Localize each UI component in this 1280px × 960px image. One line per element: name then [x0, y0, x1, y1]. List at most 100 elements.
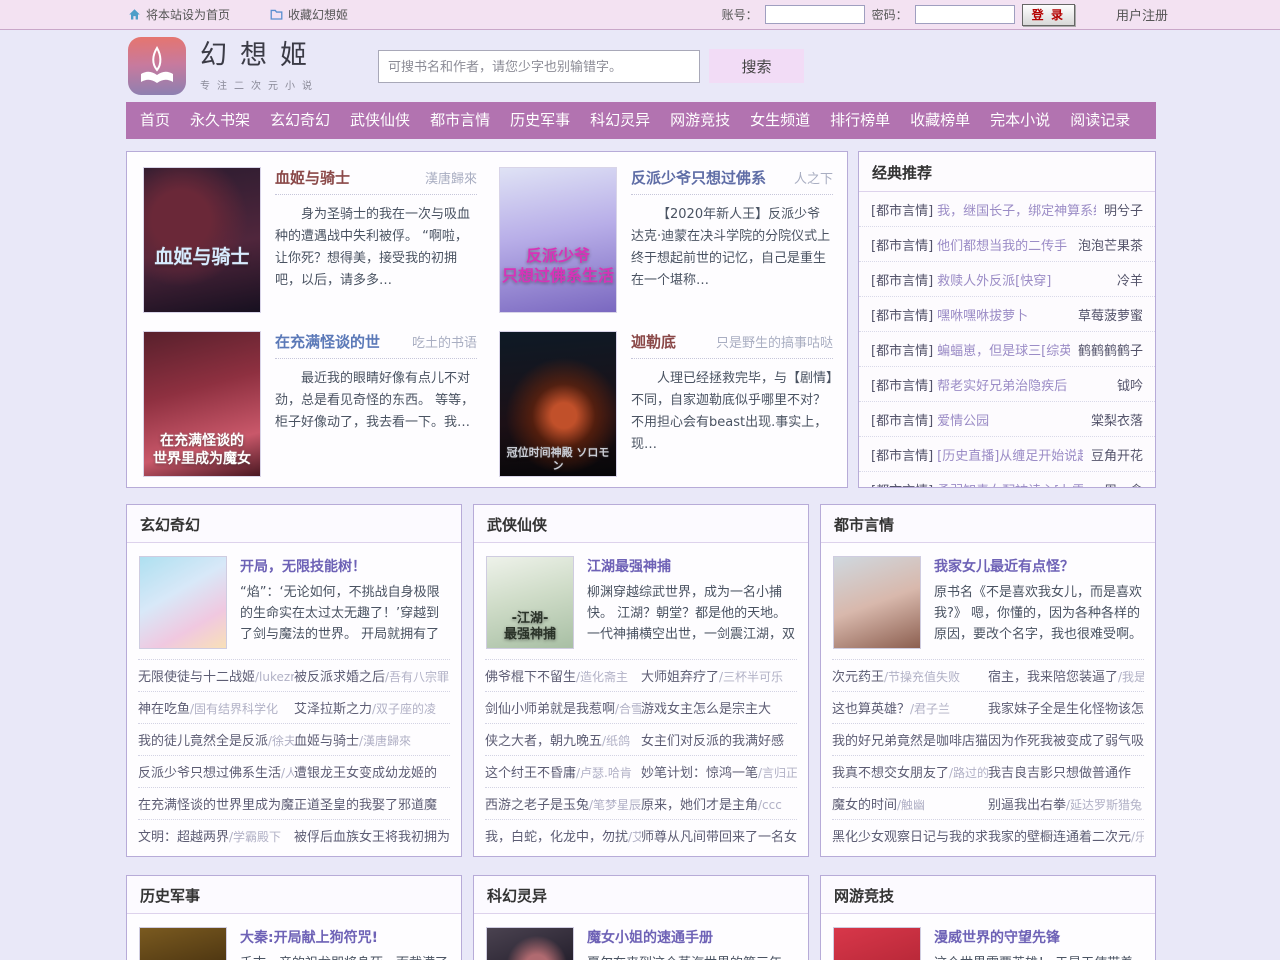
- topbar: 将本站设为首页 收藏幻想姬 账号： 密码： 登 录 用户注册: [0, 0, 1280, 30]
- book-title: 反派少爷只想过佛系生活: [138, 766, 281, 781]
- book-title-link[interactable]: 在充满怪谈的世: [275, 331, 380, 352]
- book-title: 在充满怪谈的世界里成为魔: [138, 798, 294, 813]
- book-link[interactable]: 艾泽拉斯之力/双子座的凌: [294, 698, 450, 717]
- book-link[interactable]: 遭银龙王女变成幼龙姬的: [294, 762, 450, 781]
- book-title-link[interactable]: 开局，无限技能树！: [240, 556, 449, 576]
- nav-item[interactable]: 女生频道: [740, 102, 820, 139]
- book-cover[interactable]: 反派少爷 只想过佛系生活: [499, 167, 617, 313]
- book-link[interactable]: 神在吃鱼/固有结界科学化: [138, 698, 294, 717]
- book-link[interactable]: 这也算英雄？/君子兰: [832, 698, 988, 717]
- category-heading-link[interactable]: 网游竞技: [821, 876, 1155, 914]
- nav-item[interactable]: 武侠仙侠: [340, 102, 420, 139]
- category-heading-link[interactable]: 都市言情: [821, 505, 1155, 543]
- nav-item[interactable]: 首页: [130, 102, 180, 139]
- book-title-link[interactable]: 嘿咻嘿咻拔萝卜: [937, 305, 1070, 324]
- book-link[interactable]: 侠之大者，朝九晚五/纸鸽: [485, 730, 641, 749]
- book-link[interactable]: 师尊从凡间带回来了一名女: [641, 826, 797, 845]
- password-input[interactable]: [915, 5, 1015, 24]
- book-link[interactable]: 我家的壁橱连通着二次元/乐: [988, 826, 1144, 845]
- category-heading-link[interactable]: 玄幻奇幻: [127, 505, 461, 543]
- nav-item[interactable]: 收藏榜单: [900, 102, 980, 139]
- book-link[interactable]: 妙笔计划：惊鸿一笔/言归正: [641, 762, 797, 781]
- book-title-link[interactable]: [历史直播]从缠足开始说起: [937, 445, 1083, 464]
- nav-item[interactable]: 阅读记录: [1060, 102, 1140, 139]
- bookmark-site-link[interactable]: 收藏幻想姬: [270, 6, 348, 23]
- book-title-link[interactable]: 反派少爷只想过佛系: [631, 167, 766, 188]
- category-featured-book: -江湖- 最强神捕 江湖最强神捕 柳渊穿越综武世界，成为一名小捕快。 江湖？朝堂…: [474, 543, 808, 659]
- book-link[interactable]: 西游之老子是玉兔/笔梦星辰: [485, 794, 641, 813]
- book-link[interactable]: 我家妹子全是生化怪物该怎: [988, 698, 1144, 717]
- search-input[interactable]: [378, 50, 700, 83]
- book-link[interactable]: 在充满怪谈的世界里成为魔: [138, 794, 294, 813]
- book-link[interactable]: 我的徒儿竟然全是反派/徐夫: [138, 730, 294, 749]
- book-link[interactable]: 大师姐弃疗了/三杯半可乐: [641, 666, 797, 685]
- book-link[interactable]: 剑仙小师弟就是我惹啊/合雪: [485, 698, 641, 717]
- site-logo[interactable]: [128, 37, 186, 95]
- book-link[interactable]: 无限使徒与十二战姬/lukezrc: [138, 666, 294, 685]
- book-title-link[interactable]: 大秦:开局献上狗符咒!: [240, 927, 449, 947]
- register-link[interactable]: 用户注册: [1116, 5, 1168, 24]
- nav-item[interactable]: 科幻灵异: [580, 102, 660, 139]
- nav-item[interactable]: 历史军事: [500, 102, 580, 139]
- book-link[interactable]: 我的好兄弟竟然是咖啡店猫: [832, 730, 988, 749]
- book-author: /笔梦星辰: [589, 798, 641, 812]
- category-heading-link[interactable]: 科幻灵异: [474, 876, 808, 914]
- nav-item[interactable]: 排行榜单: [820, 102, 900, 139]
- category-heading-link[interactable]: 武侠仙侠: [474, 505, 808, 543]
- set-homepage-link[interactable]: 将本站设为首页: [128, 6, 230, 23]
- book-link[interactable]: 被俘后血族女王将我初拥为: [294, 826, 450, 845]
- book-title-link[interactable]: 江湖最强神捕: [587, 556, 796, 576]
- book-title-link[interactable]: 柔弱知青女配被读心[七零]: [937, 480, 1083, 488]
- book-cover[interactable]: [833, 556, 921, 649]
- book-title-link[interactable]: 蝙蝠崽，但是球三[综英美]: [937, 340, 1070, 359]
- book-cover[interactable]: 血姬与骑士: [143, 167, 261, 313]
- book-title-link[interactable]: 我家女儿最近有点怪？: [934, 556, 1143, 576]
- nav-item[interactable]: 网游竞技: [660, 102, 740, 139]
- book-list-row: 这也算英雄？/君子兰 我家妹子全是生化怪物该怎: [832, 691, 1144, 723]
- book-link[interactable]: 原来，她们才是主角/ccc: [641, 794, 797, 813]
- book-cover[interactable]: [139, 556, 227, 649]
- book-title-link[interactable]: 爱情公园: [937, 410, 1083, 429]
- account-input[interactable]: [765, 5, 865, 24]
- book-title-link[interactable]: 我，继国长子，绑定神算系统: [937, 200, 1096, 219]
- book-link[interactable]: 游戏女主怎么是宗主大: [641, 698, 797, 717]
- book-link[interactable]: 佛爷棍下不留生/造化斋主: [485, 666, 641, 685]
- book-link[interactable]: 我吉良吉影只想做普通作: [988, 762, 1144, 781]
- book-title-link[interactable]: 漫威世界的守望先锋: [934, 927, 1143, 947]
- book-cover[interactable]: 在充满怪谈的 世界里成为魔女: [143, 331, 261, 477]
- book-link[interactable]: 血姬与骑士/漢唐歸來: [294, 730, 450, 749]
- book-cover[interactable]: 大秦:开局 献上狗符咒: [139, 927, 227, 960]
- book-cover[interactable]: [486, 927, 574, 960]
- nav-item[interactable]: 玄幻奇幻: [260, 102, 340, 139]
- book-link[interactable]: 别逼我出右拳/延达罗斯猎兔: [988, 794, 1144, 813]
- login-button[interactable]: 登 录: [1022, 4, 1075, 26]
- book-link[interactable]: 我，白蛇，化龙中，勿扰/艾: [485, 826, 641, 845]
- book-link[interactable]: 黑化少女观察日记与我的求: [832, 826, 988, 845]
- book-link[interactable]: 因为作死我被变成了弱气吸: [988, 730, 1144, 749]
- category-heading-link[interactable]: 历史军事: [127, 876, 461, 914]
- book-link[interactable]: 宿主，我来陪您装逼了/我是: [988, 666, 1144, 685]
- book-author: 吃土的书语: [412, 332, 477, 351]
- nav-item[interactable]: 永久书架: [180, 102, 260, 139]
- nav-item[interactable]: 都市言情: [420, 102, 500, 139]
- book-cover[interactable]: -江湖- 最强神捕: [486, 556, 574, 649]
- book-link[interactable]: 女主们对反派的我满好感: [641, 730, 797, 749]
- book-cover[interactable]: 漫威世界的 守望先锋: [833, 927, 921, 960]
- book-title-link[interactable]: 血姬与骑士: [275, 167, 350, 188]
- book-link[interactable]: 这个纣王不昏庸/卢瑟.哈肯: [485, 762, 641, 781]
- book-link[interactable]: 文明：超越两界/学霸殿下: [138, 826, 294, 845]
- book-title-link[interactable]: 救赎人外反派[快穿]: [937, 270, 1109, 289]
- book-title-link[interactable]: 帮老实好兄弟治隐疾后: [937, 375, 1109, 394]
- book-cover[interactable]: 冠位时间神殿 ソロモン: [499, 331, 617, 477]
- book-title-link[interactable]: 魔女小姐的速通手册: [587, 927, 796, 947]
- book-link[interactable]: 被反派求婚之后/吾有八宗罪: [294, 666, 450, 685]
- nav-item[interactable]: 完本小说: [980, 102, 1060, 139]
- book-link[interactable]: 我真不想交女朋友了/路过的: [832, 762, 988, 781]
- book-title-link[interactable]: 他们都想当我的二传手: [937, 235, 1070, 254]
- book-link[interactable]: 反派少爷只想过佛系生活/人: [138, 762, 294, 781]
- book-link[interactable]: 魔女的时间/触幽: [832, 794, 988, 813]
- book-link[interactable]: 正道圣皇的我娶了邪道魔: [294, 794, 450, 813]
- book-title-link[interactable]: 迦勒底: [631, 331, 676, 352]
- search-button[interactable]: 搜索: [709, 49, 804, 83]
- book-link[interactable]: 次元药王/节操充值失败: [832, 666, 988, 685]
